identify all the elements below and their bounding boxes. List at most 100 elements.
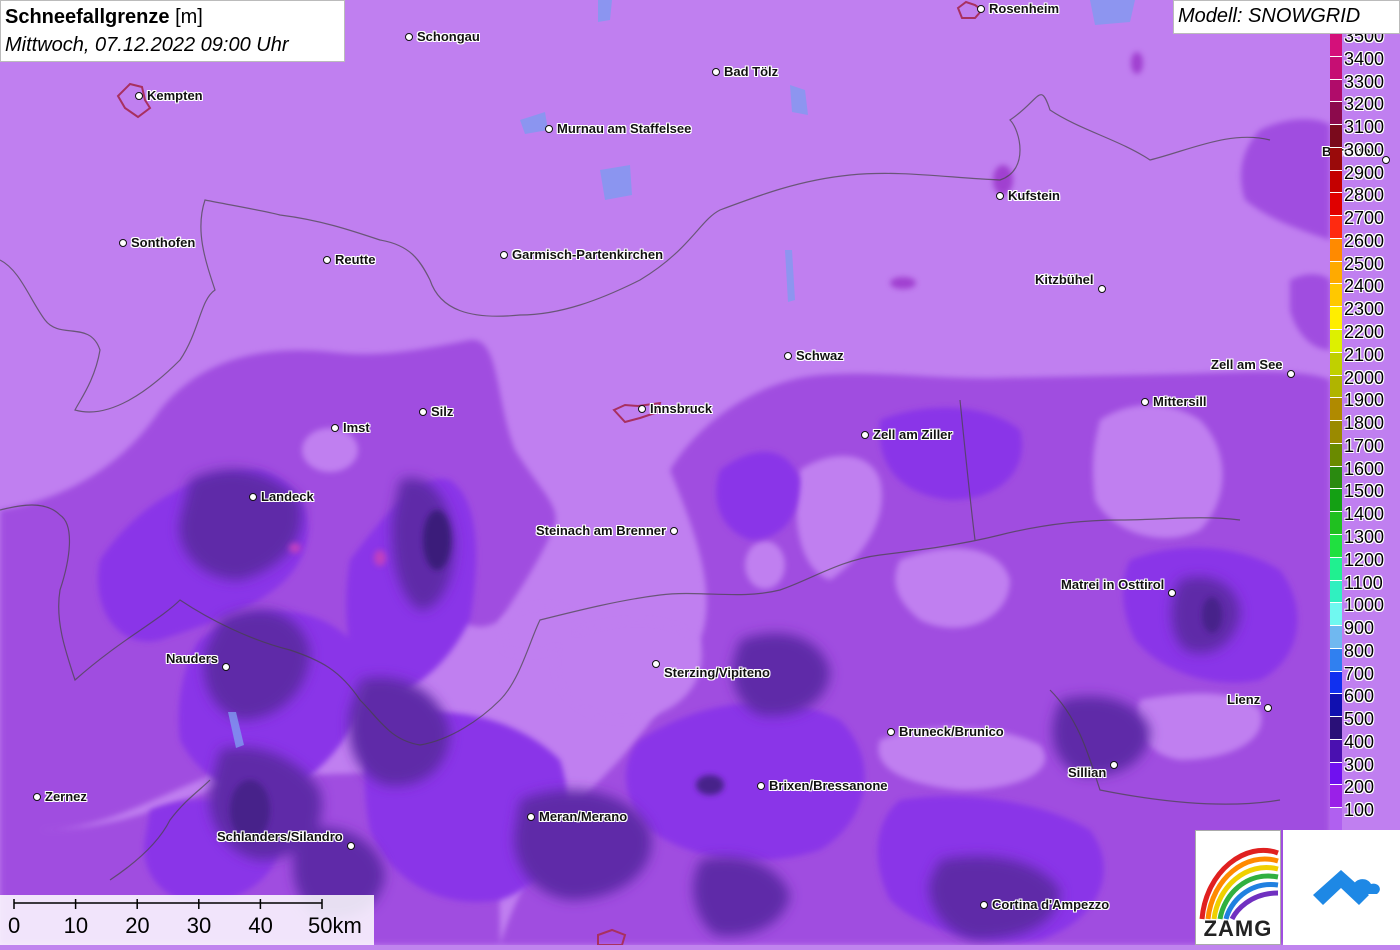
city-marker	[33, 793, 41, 801]
map-title-box: Schneefallgrenze [m] Mittwoch, 07.12.202…	[0, 0, 345, 62]
legend-row: 2900	[1330, 161, 1400, 194]
zamg-logo: ZAMG	[1195, 830, 1281, 945]
legend-label: 200	[1344, 777, 1375, 798]
city-label: Meran/Merano	[539, 809, 628, 824]
legend-row: 1000	[1330, 593, 1400, 627]
city-marker	[887, 728, 895, 736]
legend-label: 2600	[1344, 230, 1385, 251]
legend-label: 700	[1344, 663, 1375, 684]
city-marker	[347, 842, 355, 850]
city-marker	[757, 782, 765, 790]
legend-label: 2300	[1344, 299, 1385, 320]
city-marker	[1264, 704, 1272, 712]
city-label: Kempten	[147, 88, 203, 103]
city-marker	[670, 527, 678, 535]
legend-label: 3300	[1344, 71, 1385, 92]
legend-row: 3200	[1330, 92, 1400, 126]
legend-row: 800	[1330, 639, 1400, 672]
model-label: Modell: SNOWGRID	[1173, 0, 1400, 34]
city-label: Kitzbühel	[1035, 272, 1094, 287]
legend-label: 1400	[1344, 504, 1385, 525]
legend-row: 1600	[1330, 457, 1400, 490]
legend-row: 100	[1330, 798, 1400, 831]
city-marker	[405, 33, 413, 41]
legend-row: 900	[1330, 616, 1400, 649]
city-label: Sillian	[1068, 765, 1107, 780]
city-label: Lienz	[1227, 692, 1261, 707]
city-label: Brixen/Bressanone	[769, 778, 888, 793]
legend-row: 2100	[1330, 343, 1400, 376]
legend-row: 3400	[1330, 47, 1400, 80]
legend-label: 600	[1344, 686, 1375, 707]
city-marker	[1110, 761, 1118, 769]
title-main: Schneefallgrenze	[5, 6, 170, 28]
scale-label: 0	[8, 913, 21, 938]
city-marker	[527, 813, 535, 821]
legend-label: 2500	[1344, 253, 1385, 274]
legend-row: 200	[1330, 775, 1400, 809]
city-label: Schlanders/Silandro	[217, 829, 343, 844]
city-label: Zernez	[45, 789, 87, 804]
city-label: Garmisch-Partenkirchen	[512, 247, 664, 262]
legend-row: 2300	[1330, 297, 1400, 331]
city-marker	[638, 405, 646, 413]
legend-row: 700	[1330, 662, 1400, 695]
city-label: Rosenheim	[989, 1, 1060, 16]
city-marker	[861, 431, 869, 439]
scale-label: 20	[125, 913, 150, 938]
legend-row: 2500	[1330, 252, 1400, 285]
city-marker	[135, 92, 143, 100]
legend-row: 3000	[1330, 138, 1400, 171]
legend-row: 3500	[1330, 34, 1400, 57]
legend-label: 1800	[1344, 413, 1385, 434]
snowfall-map	[0, 0, 1400, 946]
city-marker	[1287, 370, 1295, 378]
color-legend: 3500 3400 3300 3200 3100 3000 2900 2800 2700 2600…	[1330, 34, 1400, 831]
legend-row: 300	[1330, 753, 1400, 786]
legend-row: 1700	[1330, 434, 1400, 467]
city-marker	[996, 192, 1004, 200]
city-marker	[1141, 398, 1149, 406]
city-label: Murnau am Staffelsee	[557, 121, 692, 136]
city-label: Reutte	[335, 252, 376, 267]
legend-row: 2200	[1330, 320, 1400, 353]
city-label: Innsbruck	[650, 401, 713, 416]
city-marker	[784, 352, 792, 360]
city-label: Silz	[431, 404, 454, 419]
city-label: Sonthofen	[131, 235, 196, 250]
legend-label: 100	[1344, 800, 1375, 821]
legend-label: 3100	[1344, 117, 1385, 138]
legend-label: 2900	[1344, 162, 1385, 183]
legend-label: 3000	[1344, 139, 1385, 160]
legend-label: 2800	[1344, 185, 1385, 206]
legend-row: 1500	[1330, 479, 1400, 513]
legend-row: 1400	[1330, 502, 1400, 535]
legend-label: 1500	[1344, 481, 1385, 502]
title-unit: [m]	[169, 6, 203, 28]
legend-label: 1700	[1344, 435, 1385, 456]
city-label: Sterzing/Vipiteno	[664, 665, 770, 680]
legend-label: 2000	[1344, 367, 1385, 388]
legend-label: 500	[1344, 709, 1375, 730]
city-marker	[1168, 589, 1176, 597]
city-marker	[545, 125, 553, 133]
legend-row: 3100	[1330, 115, 1400, 148]
city-marker	[222, 663, 230, 671]
legend-row: 2000	[1330, 366, 1400, 399]
zamg-logo-text: ZAMG	[1203, 916, 1273, 941]
legend-swatch	[1330, 808, 1342, 831]
legend-row: 2600	[1330, 229, 1400, 262]
rainbow-arc-icon	[1199, 847, 1279, 921]
city-marker	[419, 408, 427, 416]
city-label: Schongau	[417, 29, 480, 44]
map-date: Mittwoch, 07.12.2022 09:00 Uhr	[5, 34, 289, 56]
legend-row: 600	[1330, 684, 1400, 718]
legend-label: 400	[1344, 731, 1375, 752]
legend-row: 2700	[1330, 206, 1400, 239]
city-label: Mittersill	[1153, 394, 1207, 409]
legend-label: 2700	[1344, 208, 1385, 229]
legend-row: 2400	[1330, 274, 1400, 308]
city-marker	[119, 239, 127, 247]
city-marker	[323, 256, 331, 264]
legend-label: 1900	[1344, 390, 1385, 411]
